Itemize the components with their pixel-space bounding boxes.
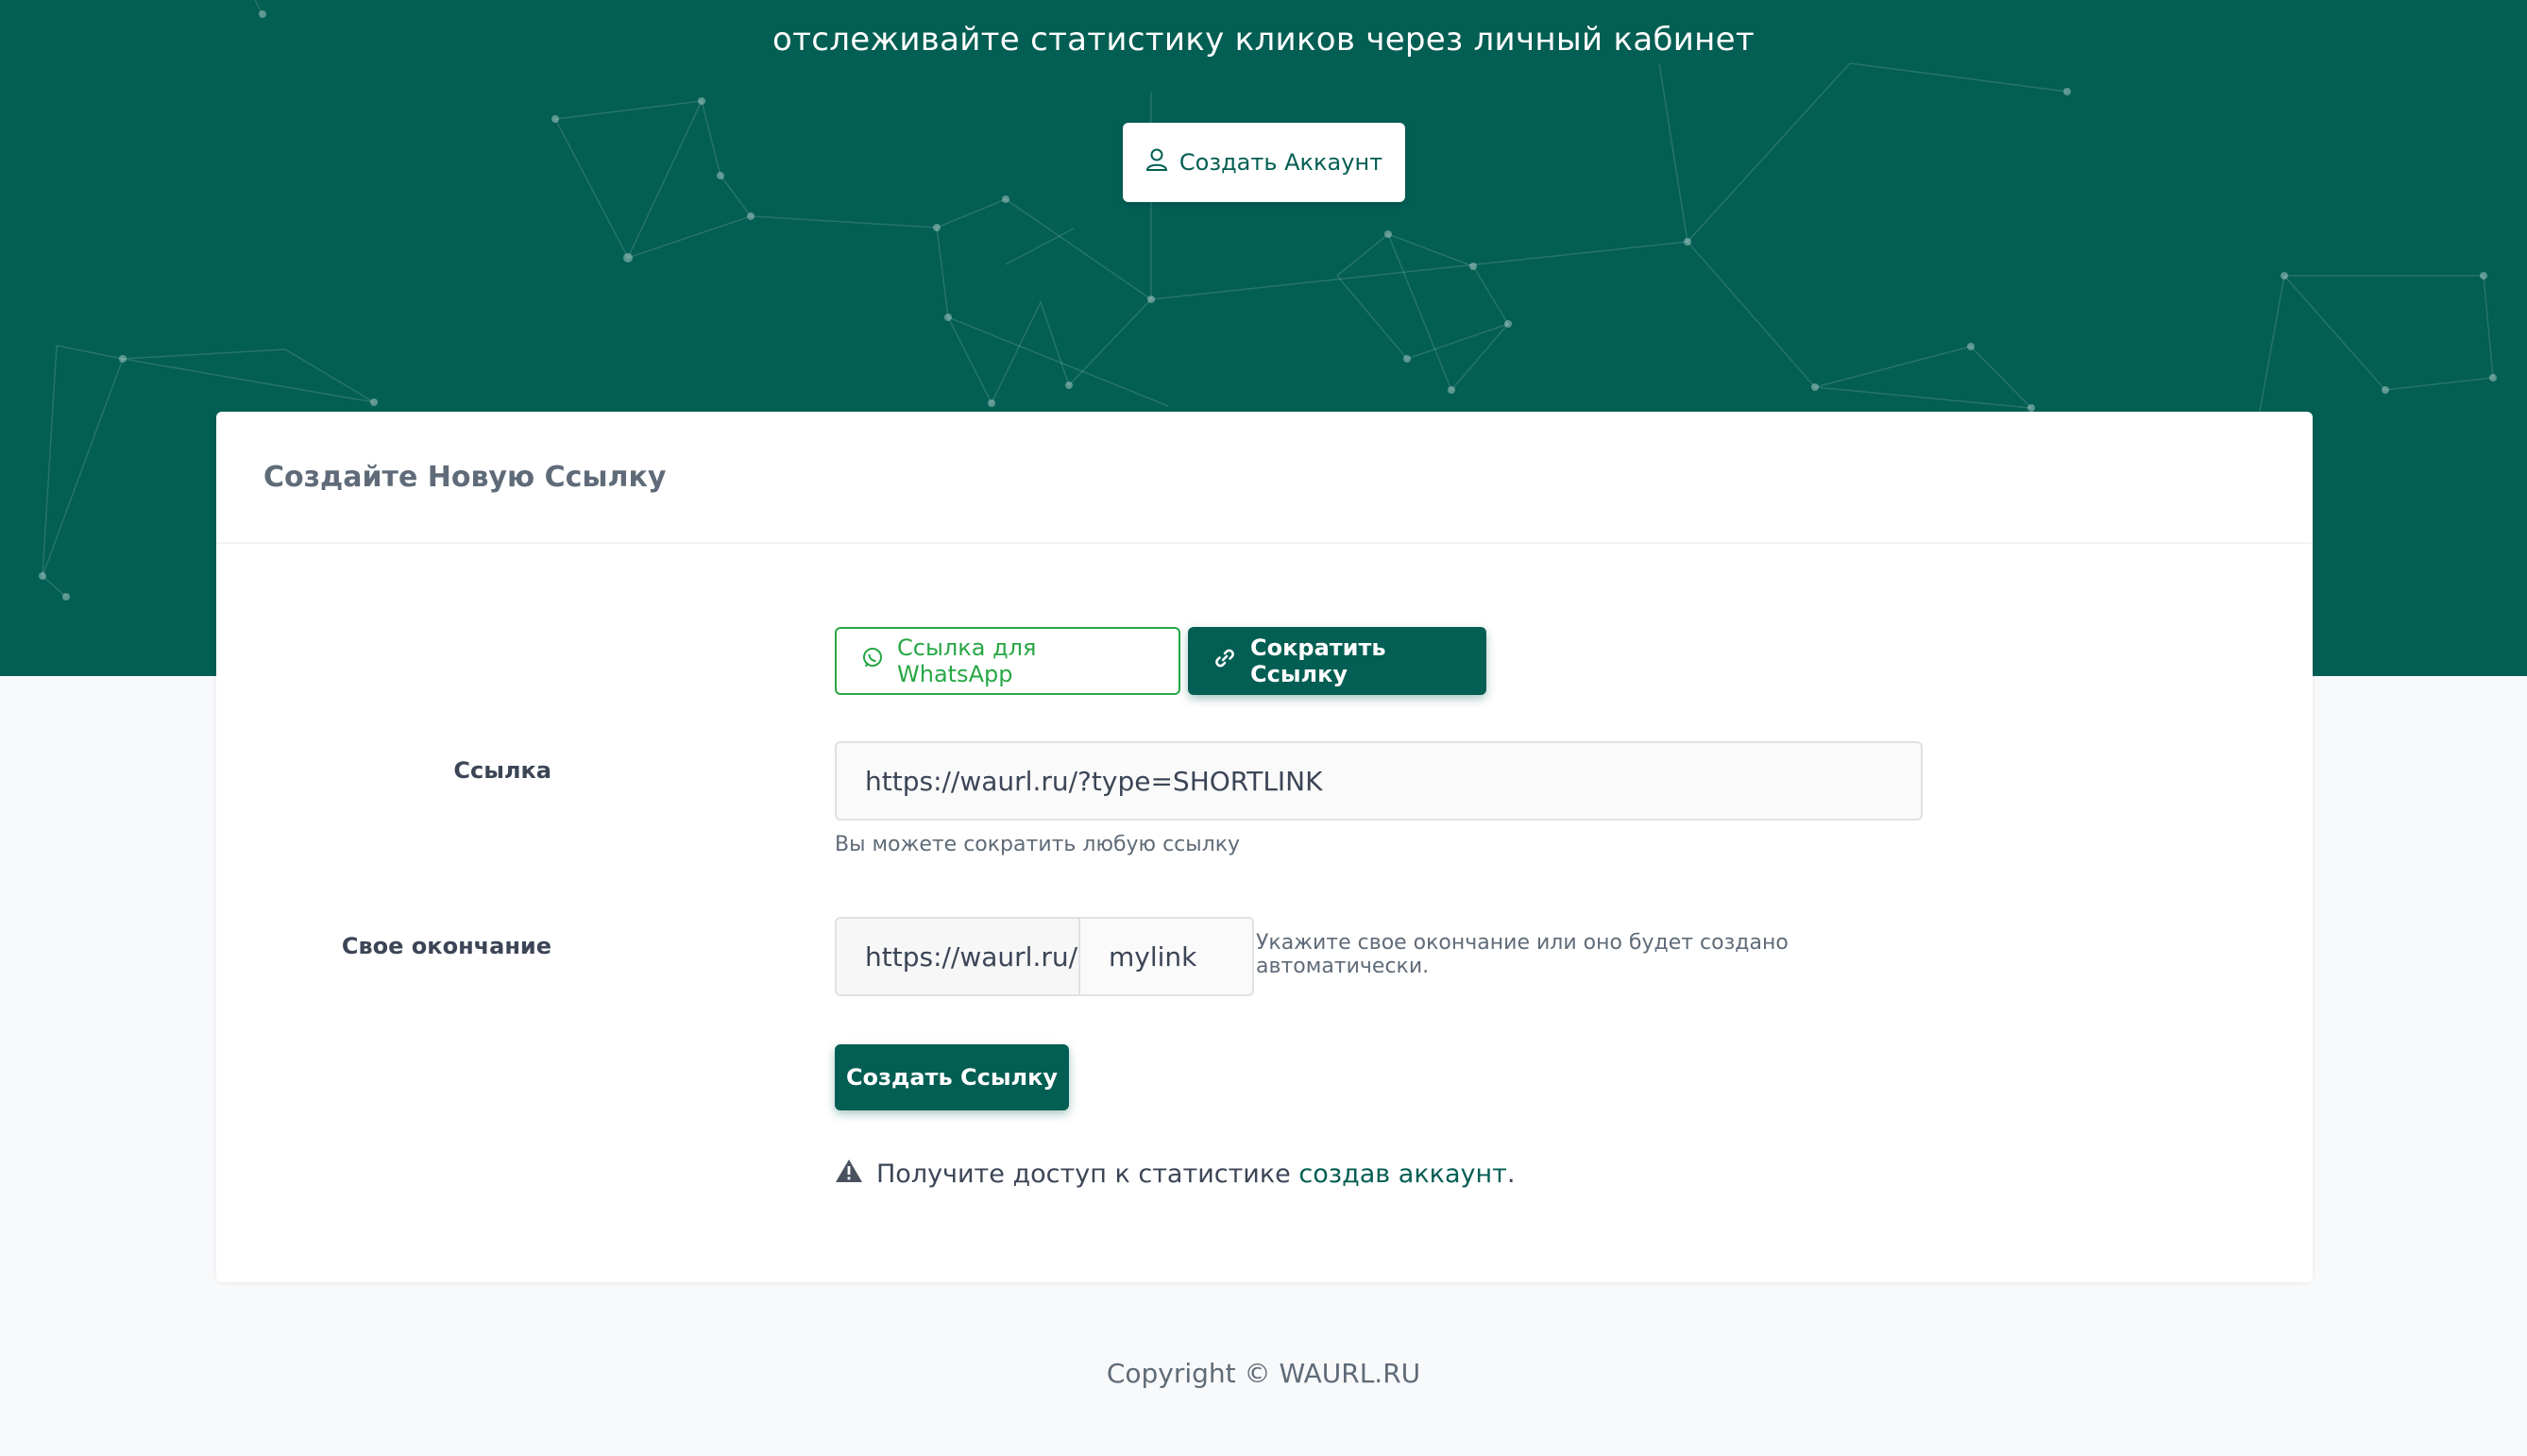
link-field-label: Ссылка bbox=[453, 757, 551, 784]
create-account-label: Создать Аккаунт bbox=[1179, 149, 1383, 176]
user-icon bbox=[1145, 147, 1168, 178]
link-icon bbox=[1213, 646, 1237, 676]
tab-whatsapp-link[interactable]: Ссылка для WhatsApp bbox=[835, 627, 1180, 695]
ending-field-help: Укажите свое окончание или оно будет соз… bbox=[1256, 931, 1789, 978]
card-title: Создайте Новую Ссылку bbox=[216, 412, 2313, 544]
tab-shorten-link[interactable]: Сократить Ссылку bbox=[1188, 627, 1486, 695]
create-account-link[interactable]: создав аккаунт bbox=[1298, 1160, 1507, 1189]
create-account-button[interactable]: Создать Аккаунт bbox=[1123, 123, 1405, 202]
footer-copyright: Copyright © WAURL.RU bbox=[1106, 1358, 1421, 1389]
domain-prefix: https://waurl.ru/ bbox=[835, 917, 1080, 996]
create-link-card: Создайте Новую Ссылку Ссылка для WhatsAp… bbox=[216, 412, 2313, 1282]
notice-suffix: . bbox=[1506, 1160, 1516, 1189]
link-type-tabs: Ссылка для WhatsApp Сократить Ссылку bbox=[835, 627, 1486, 695]
tab-whatsapp-label: Ссылка для WhatsApp bbox=[897, 635, 1037, 687]
link-url-value: https://waurl.ru/?type=SHORTLINK bbox=[865, 765, 1323, 797]
stats-notice: Получите доступ к статистике создав акка… bbox=[835, 1158, 1515, 1191]
whatsapp-icon bbox=[861, 647, 884, 675]
tab-shorten-label: Сократить Ссылку bbox=[1250, 635, 1386, 687]
hero-subtitle: отслеживайте статистику кликов через лич… bbox=[772, 21, 1755, 59]
custom-ending-input[interactable]: mylink bbox=[1080, 917, 1254, 996]
notice-text: Получите доступ к статистике bbox=[876, 1160, 1291, 1189]
warning-icon bbox=[835, 1158, 863, 1191]
ending-field-label: Свое окончание bbox=[341, 933, 551, 959]
custom-ending-value: mylink bbox=[1109, 940, 1197, 973]
create-link-button[interactable]: Создать Ссылку bbox=[835, 1044, 1069, 1110]
link-url-input[interactable]: https://waurl.ru/?type=SHORTLINK bbox=[835, 741, 1923, 821]
custom-ending-group: https://waurl.ru/ mylink bbox=[835, 917, 1254, 996]
link-field-help: Вы можете сократить любую ссылку bbox=[835, 833, 1240, 856]
